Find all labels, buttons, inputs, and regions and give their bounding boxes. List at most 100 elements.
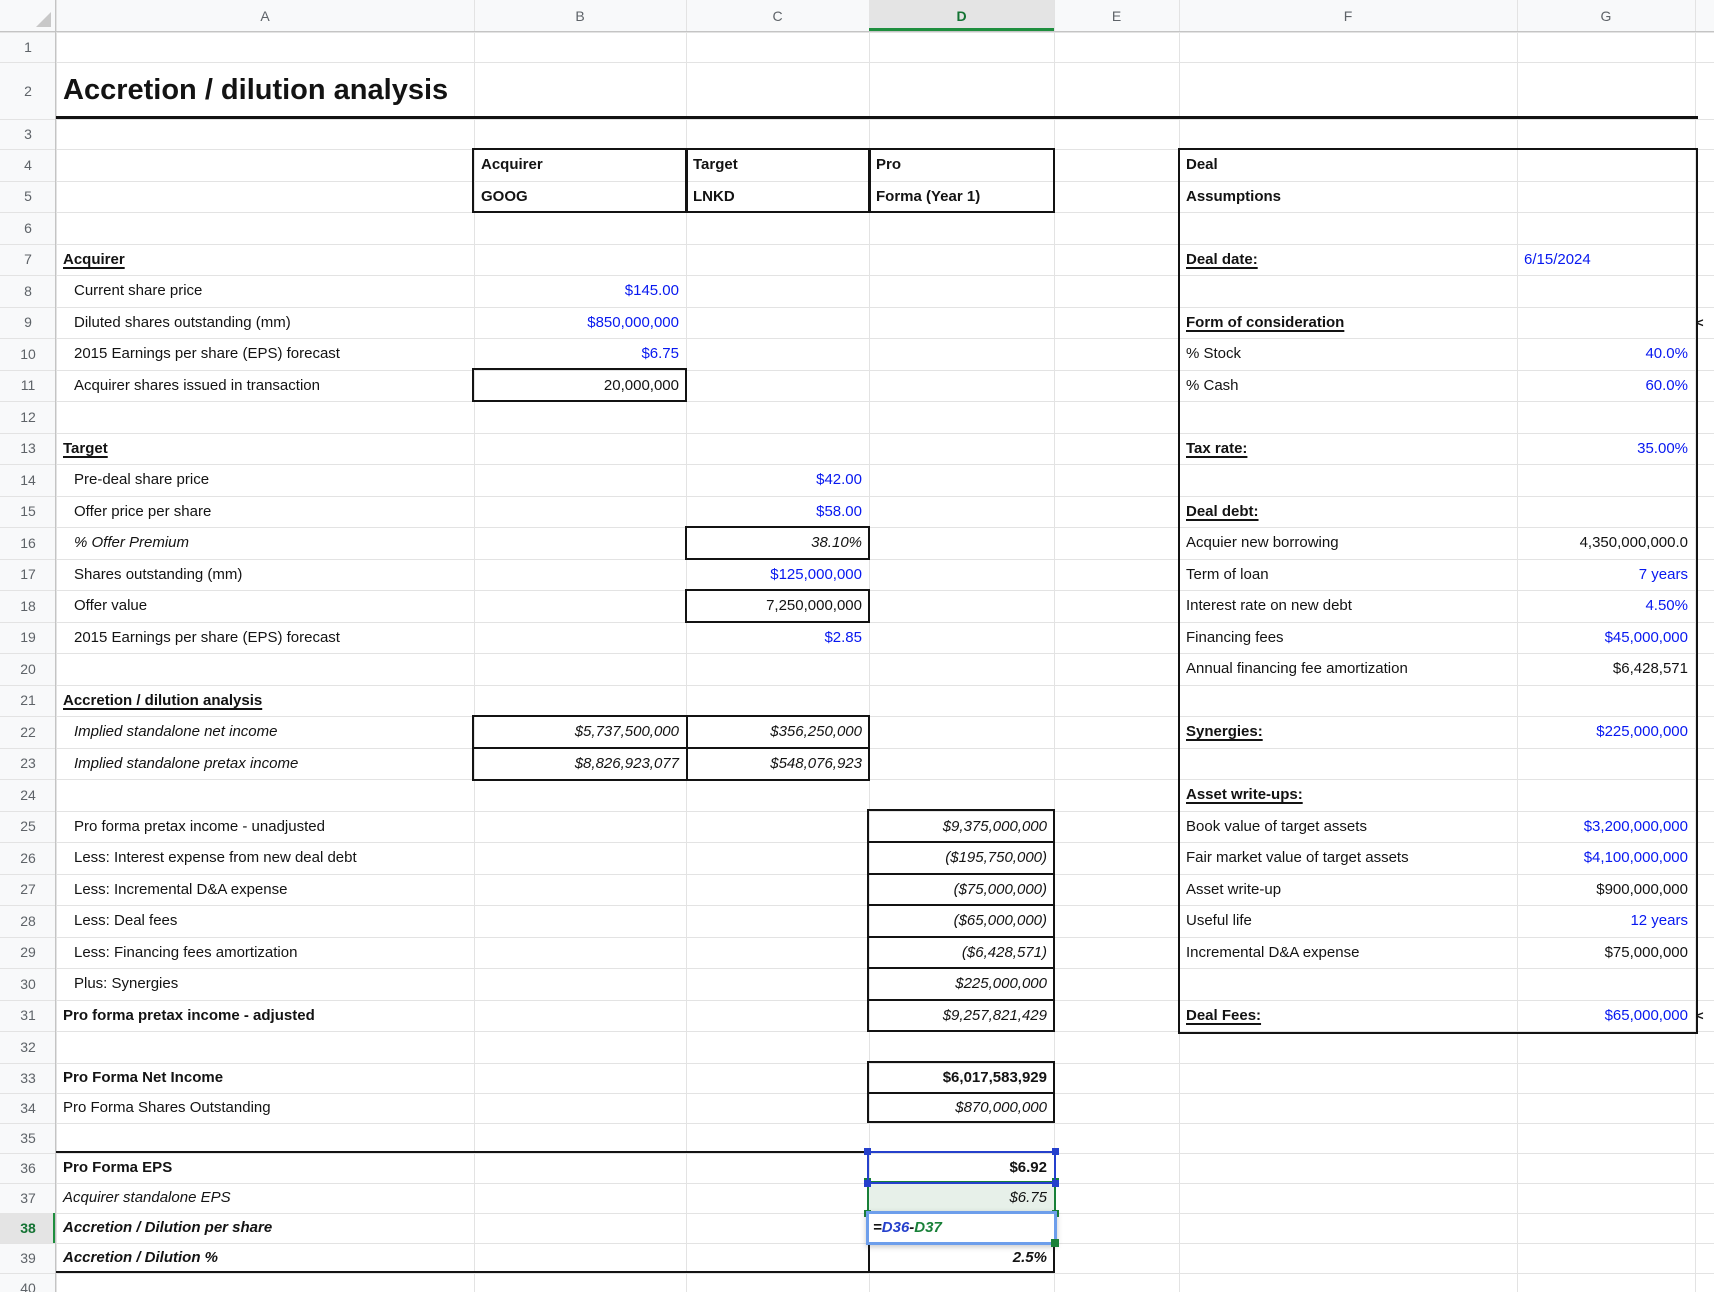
row-header-11[interactable]: 11 [0, 370, 56, 402]
cell-a27[interactable]: Less: Incremental D&A expense [56, 874, 474, 906]
cell-d30[interactable]: $225,000,000 [869, 968, 1054, 1000]
column-header-g[interactable]: G [1517, 0, 1695, 32]
cell-g27[interactable]: $900,000,000 [1517, 874, 1695, 906]
column-header-b[interactable]: B [474, 0, 686, 32]
cell-g19[interactable]: $45,000,000 [1517, 622, 1695, 654]
cell-a19[interactable]: 2015 Earnings per share (EPS) forecast [56, 622, 474, 654]
cell-f31[interactable]: Deal Fees: [1179, 1000, 1517, 1032]
section-acquirer[interactable]: Acquirer [56, 244, 474, 276]
cell-a33[interactable]: Pro Forma Net Income [56, 1063, 474, 1093]
row-header-24[interactable]: 24 [0, 779, 56, 811]
cell-c19[interactable]: $2.85 [686, 622, 869, 654]
row-header-29[interactable]: 29 [0, 937, 56, 969]
cell-d39[interactable]: 2.5% [869, 1243, 1054, 1273]
cell-d28[interactable]: ($65,000,000) [869, 905, 1054, 937]
cell-f7[interactable]: Deal date: [1179, 244, 1517, 276]
cell-d31[interactable]: $9,257,821,429 [869, 1000, 1054, 1032]
cell-a15[interactable]: Offer price per share [56, 496, 474, 528]
cell-g29[interactable]: $75,000,000 [1517, 937, 1695, 969]
cell-f18[interactable]: Interest rate on new debt [1179, 590, 1517, 622]
cell-d26[interactable]: ($195,750,000) [869, 842, 1054, 874]
cell-f9[interactable]: Form of consideration [1179, 307, 1517, 339]
cell-f16[interactable]: Acquier new borrowing [1179, 527, 1517, 559]
formula-edit-cell-d38[interactable]: =D36-D37 [866, 1211, 1057, 1245]
row-header-17[interactable]: 17 [0, 559, 56, 591]
cell-g26[interactable]: $4,100,000,000 [1517, 842, 1695, 874]
cell-a37[interactable]: Acquirer standalone EPS [56, 1183, 474, 1213]
cell-b8[interactable]: $145.00 [474, 275, 686, 307]
row-header-15[interactable]: 15 [0, 496, 56, 528]
cell-a36[interactable]: Pro Forma EPS [56, 1153, 474, 1183]
cell-d5[interactable]: Forma (Year 1) [869, 181, 1054, 213]
cell-g17[interactable]: 7 years [1517, 559, 1695, 591]
cell-c5[interactable]: LNKD [686, 181, 869, 213]
cell-a26[interactable]: Less: Interest expense from new deal deb… [56, 842, 474, 874]
cell-f5[interactable]: Assumptions [1179, 181, 1517, 213]
cell-a30[interactable]: Plus: Synergies [56, 968, 474, 1000]
range-drag-handle[interactable] [1051, 1239, 1059, 1247]
cell-g7[interactable]: 6/15/2024 [1517, 244, 1695, 276]
cell-a34[interactable]: Pro Forma Shares Outstanding [56, 1093, 474, 1123]
cell-f10[interactable]: % Stock [1179, 338, 1517, 370]
cell-g16[interactable]: 4,350,000,000.0 [1517, 527, 1695, 559]
select-all-corner[interactable] [36, 12, 51, 27]
cell-b23[interactable]: $8,826,923,077 [474, 748, 686, 780]
row-header-34[interactable]: 34 [0, 1093, 56, 1123]
cell-g25[interactable]: $3,200,000,000 [1517, 811, 1695, 843]
cell-d37[interactable]: $6.75 [869, 1183, 1054, 1213]
row-header-40[interactable]: 40 [0, 1273, 56, 1292]
cell-f26[interactable]: Fair market value of target assets [1179, 842, 1517, 874]
cell-f19[interactable]: Financing fees [1179, 622, 1517, 654]
row-header-26[interactable]: 26 [0, 842, 56, 874]
cell-a17[interactable]: Shares outstanding (mm) [56, 559, 474, 591]
cell-g13[interactable]: 35.00% [1517, 433, 1695, 465]
cell-g20[interactable]: $6,428,571 [1517, 653, 1695, 685]
cell-d25[interactable]: $9,375,000,000 [869, 811, 1054, 843]
row-header-38[interactable]: 38 [0, 1213, 56, 1243]
cell-a18[interactable]: Offer value [56, 590, 474, 622]
section-target[interactable]: Target [56, 433, 474, 465]
row-header-13[interactable]: 13 [0, 433, 56, 465]
row-header-23[interactable]: 23 [0, 748, 56, 780]
column-header-f[interactable]: F [1179, 0, 1517, 32]
row-header-6[interactable]: 6 [0, 212, 56, 244]
row-header-9[interactable]: 9 [0, 307, 56, 339]
cell-c14[interactable]: $42.00 [686, 464, 869, 496]
cell-c17[interactable]: $125,000,000 [686, 559, 869, 591]
cell-a16[interactable]: % Offer Premium [56, 527, 474, 559]
row-header-16[interactable]: 16 [0, 527, 56, 559]
cell-f28[interactable]: Useful life [1179, 905, 1517, 937]
cell-a8[interactable]: Current share price [56, 275, 474, 307]
cell-a14[interactable]: Pre-deal share price [56, 464, 474, 496]
cell-d27[interactable]: ($75,000,000) [869, 874, 1054, 906]
row-header-20[interactable]: 20 [0, 653, 56, 685]
row-header-7[interactable]: 7 [0, 244, 56, 276]
row-header-30[interactable]: 30 [0, 968, 56, 1000]
column-header-h[interactable] [1695, 0, 1714, 32]
cell-a9[interactable]: Diluted shares outstanding (mm) [56, 307, 474, 339]
row-header-37[interactable]: 37 [0, 1183, 56, 1213]
row-header-4[interactable]: 4 [0, 149, 56, 181]
cell-a25[interactable]: Pro forma pretax income - unadjusted [56, 811, 474, 843]
row-header-10[interactable]: 10 [0, 338, 56, 370]
cell-d34[interactable]: $870,000,000 [869, 1093, 1054, 1123]
cell-g31[interactable]: $65,000,000 [1517, 1000, 1695, 1032]
cell-b5[interactable]: GOOG [474, 181, 686, 213]
row-header-12[interactable]: 12 [0, 401, 56, 433]
cell-b22[interactable]: $5,737,500,000 [474, 716, 686, 748]
cell-a22[interactable]: Implied standalone net income [56, 716, 474, 748]
cell-a23[interactable]: Implied standalone pretax income [56, 748, 474, 780]
cell-a38[interactable]: Accretion / Dilution per share [56, 1213, 474, 1243]
cell-f25[interactable]: Book value of target assets [1179, 811, 1517, 843]
cell-g22[interactable]: $225,000,000 [1517, 716, 1695, 748]
column-header-e[interactable]: E [1054, 0, 1179, 32]
cell-c23[interactable]: $548,076,923 [686, 748, 869, 780]
row-header-32[interactable]: 32 [0, 1031, 56, 1063]
row-header-3[interactable]: 3 [0, 119, 56, 149]
row-header-27[interactable]: 27 [0, 874, 56, 906]
column-header-d[interactable]: D [869, 0, 1054, 32]
cell-c22[interactable]: $356,250,000 [686, 716, 869, 748]
cell-c4[interactable]: Target [686, 149, 869, 181]
row-header-1[interactable]: 1 [0, 32, 56, 62]
cell-f15[interactable]: Deal debt: [1179, 496, 1517, 528]
